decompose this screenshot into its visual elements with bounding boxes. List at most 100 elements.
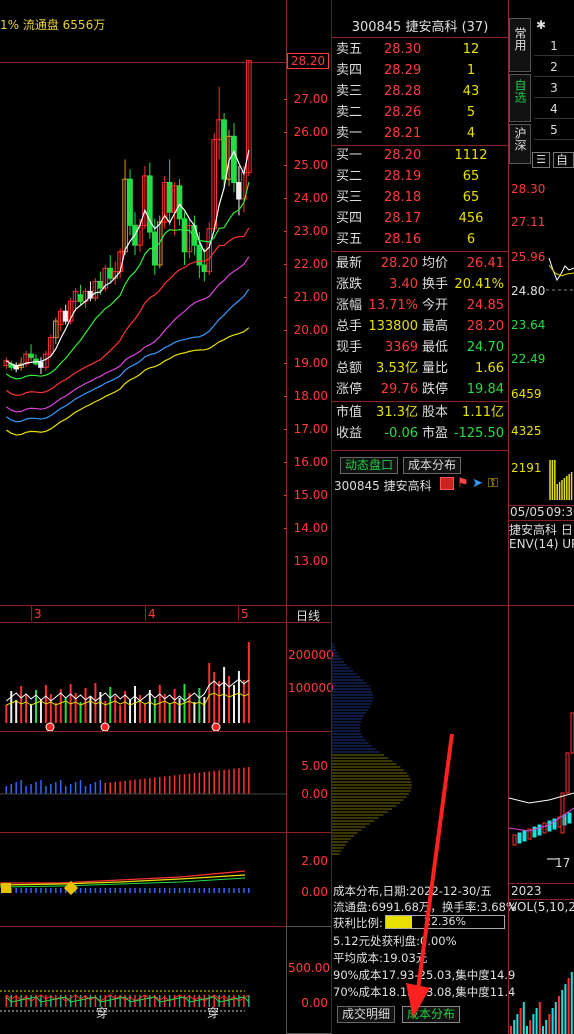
ma20-line: [5, 227, 250, 396]
buy-row-price: 28.19: [384, 169, 422, 184]
flag-icon[interactable]: [440, 477, 454, 490]
stat-label: 均价: [422, 256, 449, 271]
buy-row[interactable]: 买三 28.18 65: [336, 187, 506, 208]
price-axis-label: 19.00: [293, 356, 328, 370]
watchlist-row-number[interactable]: 3: [534, 78, 574, 98]
stat-row: 总手 133800 最高 28.20: [336, 316, 506, 337]
tab-dynamic-quote[interactable]: 动态盘口: [340, 457, 399, 474]
mini-stock-name: 捷安高科 日: [509, 523, 573, 537]
tab-watchlist-label: 自选: [513, 79, 527, 103]
stock-header[interactable]: 300845 捷安高科 (37): [332, 18, 508, 38]
price-axis-label: 14.00: [293, 521, 328, 535]
candle-body: [221, 119, 227, 180]
stat-value: 31.3亿: [376, 405, 418, 420]
buy-row-volume: 65: [462, 169, 480, 184]
buy-row-label: 买四: [336, 211, 363, 226]
stat-value: 28.20: [466, 319, 504, 334]
date-tick: [31, 606, 32, 621]
float-share-info: 1% 流通盘 6556万: [0, 18, 106, 32]
mini-candle: [537, 824, 542, 836]
cross-marker: 穿: [96, 1006, 109, 1020]
price-axis-label: 17.00: [293, 422, 328, 436]
watchlist-row-number[interactable]: 1: [534, 36, 574, 56]
stat-label: 总手: [336, 319, 363, 334]
app-window: { "main_chart": { "top_info": "1% 流通盘 65…: [0, 0, 574, 1034]
candle-body: [231, 135, 237, 184]
vol-ma-line: [5, 678, 250, 702]
candlestick-chart[interactable]: [0, 60, 286, 605]
intraday-mini-chart[interactable]: [509, 170, 574, 505]
sell-row[interactable]: 卖四 28.29 1: [336, 60, 506, 81]
buy-row[interactable]: 买一 28.20 1112: [336, 145, 506, 166]
pin-icon[interactable]: ➤: [472, 476, 483, 491]
key-icon[interactable]: ⚿: [488, 476, 498, 491]
stat-row: 收益 -0.06 市盈 -125.50: [336, 423, 506, 444]
buy-row[interactable]: 买四 28.17 456: [336, 208, 506, 229]
stat-value: -125.50: [453, 426, 504, 441]
stat-value: 19.84: [466, 382, 504, 397]
sell-row-volume: 5: [466, 105, 476, 120]
candle-body: [38, 361, 44, 368]
stat-label: 涨幅: [336, 298, 363, 313]
stat-label: 最高: [422, 319, 449, 334]
stat-label: 最低: [422, 340, 449, 355]
stat-value: 28.20: [380, 256, 418, 271]
mini-volume-chart: [510, 972, 573, 1034]
stat-value: 26.41: [466, 256, 504, 271]
candle-body: [236, 182, 242, 200]
tab-common[interactable]: 常用: [509, 18, 531, 72]
buy-row[interactable]: 买二 28.19 65: [336, 166, 506, 187]
vol-axis-label: 200000: [288, 648, 334, 662]
mini-candle: [547, 820, 552, 832]
mini-date: 05/05: [510, 505, 545, 519]
indicator2-chart[interactable]: [0, 927, 286, 1034]
vol-axis-label: 100000: [288, 681, 334, 695]
buy-row[interactable]: 买五 28.16 6: [336, 229, 506, 250]
buy-row-label: 买一: [336, 148, 363, 163]
tab-shanghai-shenzhen[interactable]: 沪深: [509, 124, 531, 164]
watchlist-row-number[interactable]: 2: [534, 57, 574, 77]
macd-chart[interactable]: [0, 732, 286, 832]
mini-vol-label: VOL(5,10,20: [509, 900, 574, 914]
settings-dot-icon[interactable]: ✱: [536, 18, 546, 32]
watchlist-row-number[interactable]: 5: [534, 120, 574, 140]
stat-label: 总额: [336, 361, 363, 376]
tool-icons: ⚑ ➤ ⚿: [440, 476, 506, 492]
sell-row-price: 28.30: [384, 42, 422, 57]
mini-candle: [565, 752, 570, 794]
sell-row-price: 28.29: [384, 63, 422, 78]
sell-row[interactable]: 卖二 28.26 5: [336, 102, 506, 123]
menu-icon[interactable]: ☰: [532, 152, 550, 168]
watchlist-row-number[interactable]: 4: [534, 99, 574, 119]
price-axis-label: 23.00: [293, 224, 328, 238]
stat-label: 市盈: [422, 426, 449, 441]
price-axis-label: 16.00: [293, 455, 328, 469]
orderbook-divider: [332, 251, 508, 252]
mini-candle: [512, 834, 517, 846]
candle-body: [62, 310, 69, 322]
stat-label: 市值: [336, 405, 363, 420]
buy-row-label: 买三: [336, 190, 363, 205]
stat-value: 13.71%: [368, 298, 418, 313]
flag-red-icon[interactable]: ⚑: [457, 476, 469, 491]
candle-body: [127, 178, 133, 226]
ind2-line: [5, 996, 250, 1003]
stat-value: 29.76: [380, 382, 418, 397]
mini-kline-chart[interactable]: [509, 553, 574, 883]
tab-trade-detail[interactable]: 成交明细: [337, 1006, 396, 1023]
candle-body: [107, 267, 114, 279]
stat-row: 现手 3369 最低 24.70: [336, 337, 506, 358]
sell-row-volume: 1: [466, 63, 476, 78]
candle-body: [97, 281, 104, 289]
tab-cost-distribution[interactable]: 成本分布: [403, 457, 462, 474]
chart-axis-divider: [286, 0, 287, 1034]
tab-watchlist[interactable]: 自选: [509, 74, 531, 122]
signal-dot: [100, 722, 110, 731]
indicator-chart[interactable]: [0, 833, 286, 926]
tab-watchlist-extra[interactable]: 自选: [553, 152, 574, 168]
sell-row[interactable]: 卖五 28.30 12: [336, 39, 506, 60]
volume-chart[interactable]: [0, 623, 286, 731]
sell-row-price: 28.26: [384, 105, 422, 120]
sell-row[interactable]: 卖三 28.28 43: [336, 81, 506, 102]
sell-row[interactable]: 卖一 28.21 4: [336, 123, 506, 144]
